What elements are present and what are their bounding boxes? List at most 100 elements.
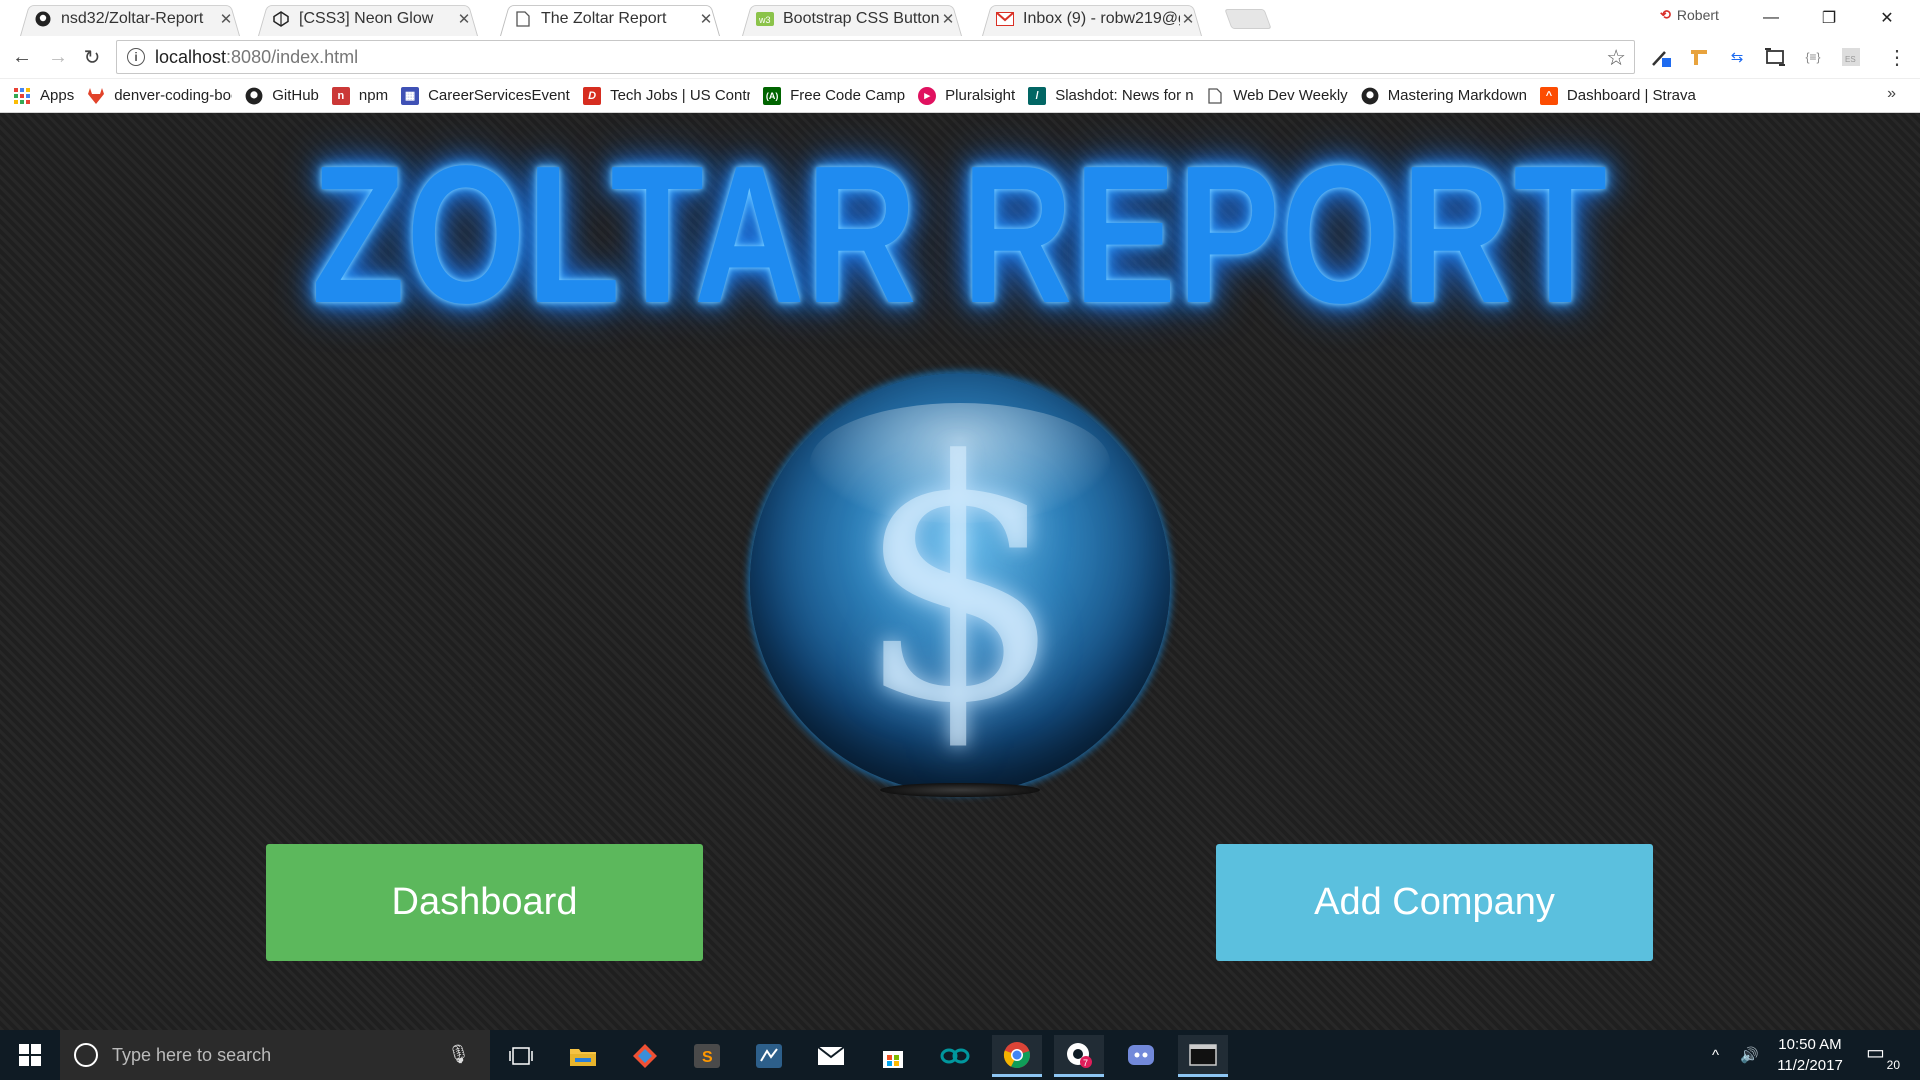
profile-name: Robert [1676, 7, 1719, 23]
mail-icon[interactable] [806, 1035, 856, 1077]
bookmark-apps[interactable]: Apps [13, 87, 74, 105]
bookmark-free-code-camp[interactable]: (A) Free Code Camp [763, 86, 905, 105]
tab-bootstrap-buttons[interactable]: w3 Bootstrap CSS Buttons R ✕ [736, 2, 968, 36]
tab-gmail-inbox[interactable]: Inbox (9) - robw219@gm ✕ [976, 2, 1208, 36]
git-icon[interactable] [620, 1035, 670, 1077]
tab-title: Bootstrap CSS Buttons R [783, 10, 940, 27]
arrows-extension-icon[interactable]: ⇆ [1724, 45, 1750, 69]
npm-icon: n [331, 86, 350, 105]
bookmark-tech-jobs[interactable]: D Tech Jobs | US Contra [583, 86, 751, 105]
bookmark-label: npm [358, 87, 389, 104]
bookmark-star-icon[interactable]: ☆ [1606, 45, 1626, 71]
page-icon [514, 10, 532, 28]
taskbar-search[interactable]: Type here to search 🎙 [60, 1030, 490, 1080]
bookmark-npm[interactable]: n npm [331, 86, 389, 105]
bookmark-web-dev-weekly[interactable]: Web Dev Weekly [1206, 87, 1348, 105]
bookmark-label: Tech Jobs | US Contra [610, 87, 751, 104]
bookmark-strava[interactable]: ^ Dashboard | Strava [1539, 86, 1696, 105]
forward-button[interactable]: → [44, 44, 72, 70]
tab-zoltar-github[interactable]: nsd32/Zoltar-Report ✕ [14, 2, 246, 36]
bookmark-slashdot[interactable]: / Slashdot: News for ne [1028, 86, 1194, 105]
volume-icon[interactable]: 🔊 [1740, 1030, 1759, 1080]
gitlab-icon [87, 87, 105, 105]
bookmark-label: Pluralsight [945, 87, 1016, 104]
sublime-text-icon[interactable]: S [682, 1035, 732, 1077]
close-icon[interactable]: ✕ [218, 10, 234, 28]
es-extension-icon[interactable]: ES [1838, 45, 1864, 69]
page-title: ZOLTAR REPORT [311, 125, 1609, 344]
color-picker-extension-icon[interactable] [1648, 45, 1674, 69]
bookmark-github[interactable]: GitHub [245, 87, 319, 105]
bookmark-denver-coding[interactable]: denver-coding-bootc [87, 87, 232, 105]
fcc-icon: (A) [763, 86, 782, 105]
store-icon[interactable] [868, 1035, 918, 1077]
action-center-icon[interactable]: ▭ 20 [1866, 1040, 1900, 1072]
restore-button[interactable]: ❐ [1806, 4, 1852, 32]
chrome-menu-icon[interactable]: ⋮ [1884, 45, 1910, 69]
tab-neon-glow[interactable]: [CSS3] Neon Glow ✕ [252, 2, 484, 36]
close-icon[interactable]: ✕ [456, 10, 472, 28]
arduino-icon[interactable] [930, 1035, 980, 1077]
mysql-workbench-icon[interactable] [744, 1035, 794, 1077]
add-company-button[interactable]: Add Company [1216, 844, 1653, 961]
bookmark-label: Mastering Markdown [1387, 87, 1527, 104]
microphone-icon[interactable]: 🎙 [447, 1044, 470, 1065]
address-bar[interactable]: i localhost:8080/index.html ☆ [116, 40, 1635, 74]
github-icon [1361, 87, 1379, 105]
bookmarks-bar: Apps denver-coding-bootc GitHub n npm ▦ … [0, 79, 1920, 113]
crystal-ball-logo: $ [750, 373, 1170, 793]
page-content: ZOLTAR REPORT $ Dashboard Add Company [0, 113, 1920, 1030]
slack-icon[interactable]: 7 [1054, 1035, 1104, 1077]
tab-title: [CSS3] Neon Glow [299, 10, 434, 27]
slashdot-icon: / [1028, 86, 1047, 105]
task-view-icon[interactable] [496, 1035, 546, 1077]
strava-icon: ^ [1539, 86, 1558, 105]
svg-text:ES: ES [1845, 55, 1856, 64]
bookmark-label: Slashdot: News for ne [1055, 87, 1194, 104]
back-button[interactable]: ← [8, 44, 36, 70]
bookmark-label: denver-coding-bootc [114, 87, 232, 104]
bookmark-label: Web Dev Weekly [1233, 87, 1348, 104]
github-icon [245, 87, 263, 105]
notification-count: 20 [1886, 1058, 1900, 1072]
minimize-button[interactable]: — [1748, 4, 1794, 32]
cortana-icon [74, 1043, 98, 1067]
clock-time: 10:50 AM [1778, 1036, 1842, 1053]
dashboard-button[interactable]: Dashboard [266, 844, 703, 961]
taskbar-clock[interactable]: 10:50 AM 11/2/2017 [1762, 1034, 1858, 1076]
pluralsight-icon: ▸ [918, 86, 937, 105]
discord-icon[interactable] [1116, 1035, 1166, 1077]
close-icon[interactable]: ✕ [1180, 10, 1196, 28]
profile-icon: ⟲ [1660, 7, 1671, 22]
tab-zoltar-report[interactable]: The Zoltar Report ✕ [494, 2, 726, 36]
file-explorer-icon[interactable] [558, 1035, 608, 1077]
terminal-icon[interactable] [1178, 1035, 1228, 1077]
bookmark-mastering-markdown[interactable]: Mastering Markdown [1361, 87, 1527, 105]
tab-strip: nsd32/Zoltar-Report ✕ [CSS3] Neon Glow ✕… [0, 0, 1920, 36]
bookmark-label: CareerServicesEvents [428, 87, 571, 104]
bookmarks-overflow-icon[interactable]: » [1887, 85, 1896, 103]
close-window-button[interactable]: ✕ [1864, 4, 1910, 32]
bookmark-career-services[interactable]: ▦ CareerServicesEvents [401, 86, 571, 105]
search-placeholder: Type here to search [112, 1044, 272, 1065]
apps-grid-icon [13, 87, 31, 105]
svg-text:7: 7 [1083, 1058, 1088, 1068]
bookmark-label: Apps [40, 87, 75, 104]
clock-date: 11/2/2017 [1777, 1057, 1843, 1074]
info-icon[interactable]: i [127, 48, 145, 66]
bookmark-pluralsight[interactable]: ▸ Pluralsight [918, 86, 1016, 105]
url-host: localhost [155, 46, 227, 67]
close-icon[interactable]: ✕ [940, 10, 956, 28]
new-tab-button[interactable] [1224, 9, 1272, 29]
dollar-sign-icon: $ [855, 391, 1065, 775]
close-icon[interactable]: ✕ [698, 10, 714, 28]
profile-button[interactable]: ⟲ Robert [1660, 7, 1719, 23]
svg-text:w3: w3 [758, 15, 771, 25]
json-extension-icon[interactable]: {≡} [1800, 45, 1826, 69]
show-hidden-icons-icon[interactable]: ^ [1712, 1030, 1719, 1080]
reload-button[interactable]: ↻ [78, 44, 106, 70]
ruler-extension-icon[interactable] [1686, 45, 1712, 69]
screenshot-extension-icon[interactable] [1762, 45, 1788, 69]
chrome-icon[interactable] [992, 1035, 1042, 1077]
start-button[interactable] [0, 1030, 60, 1080]
